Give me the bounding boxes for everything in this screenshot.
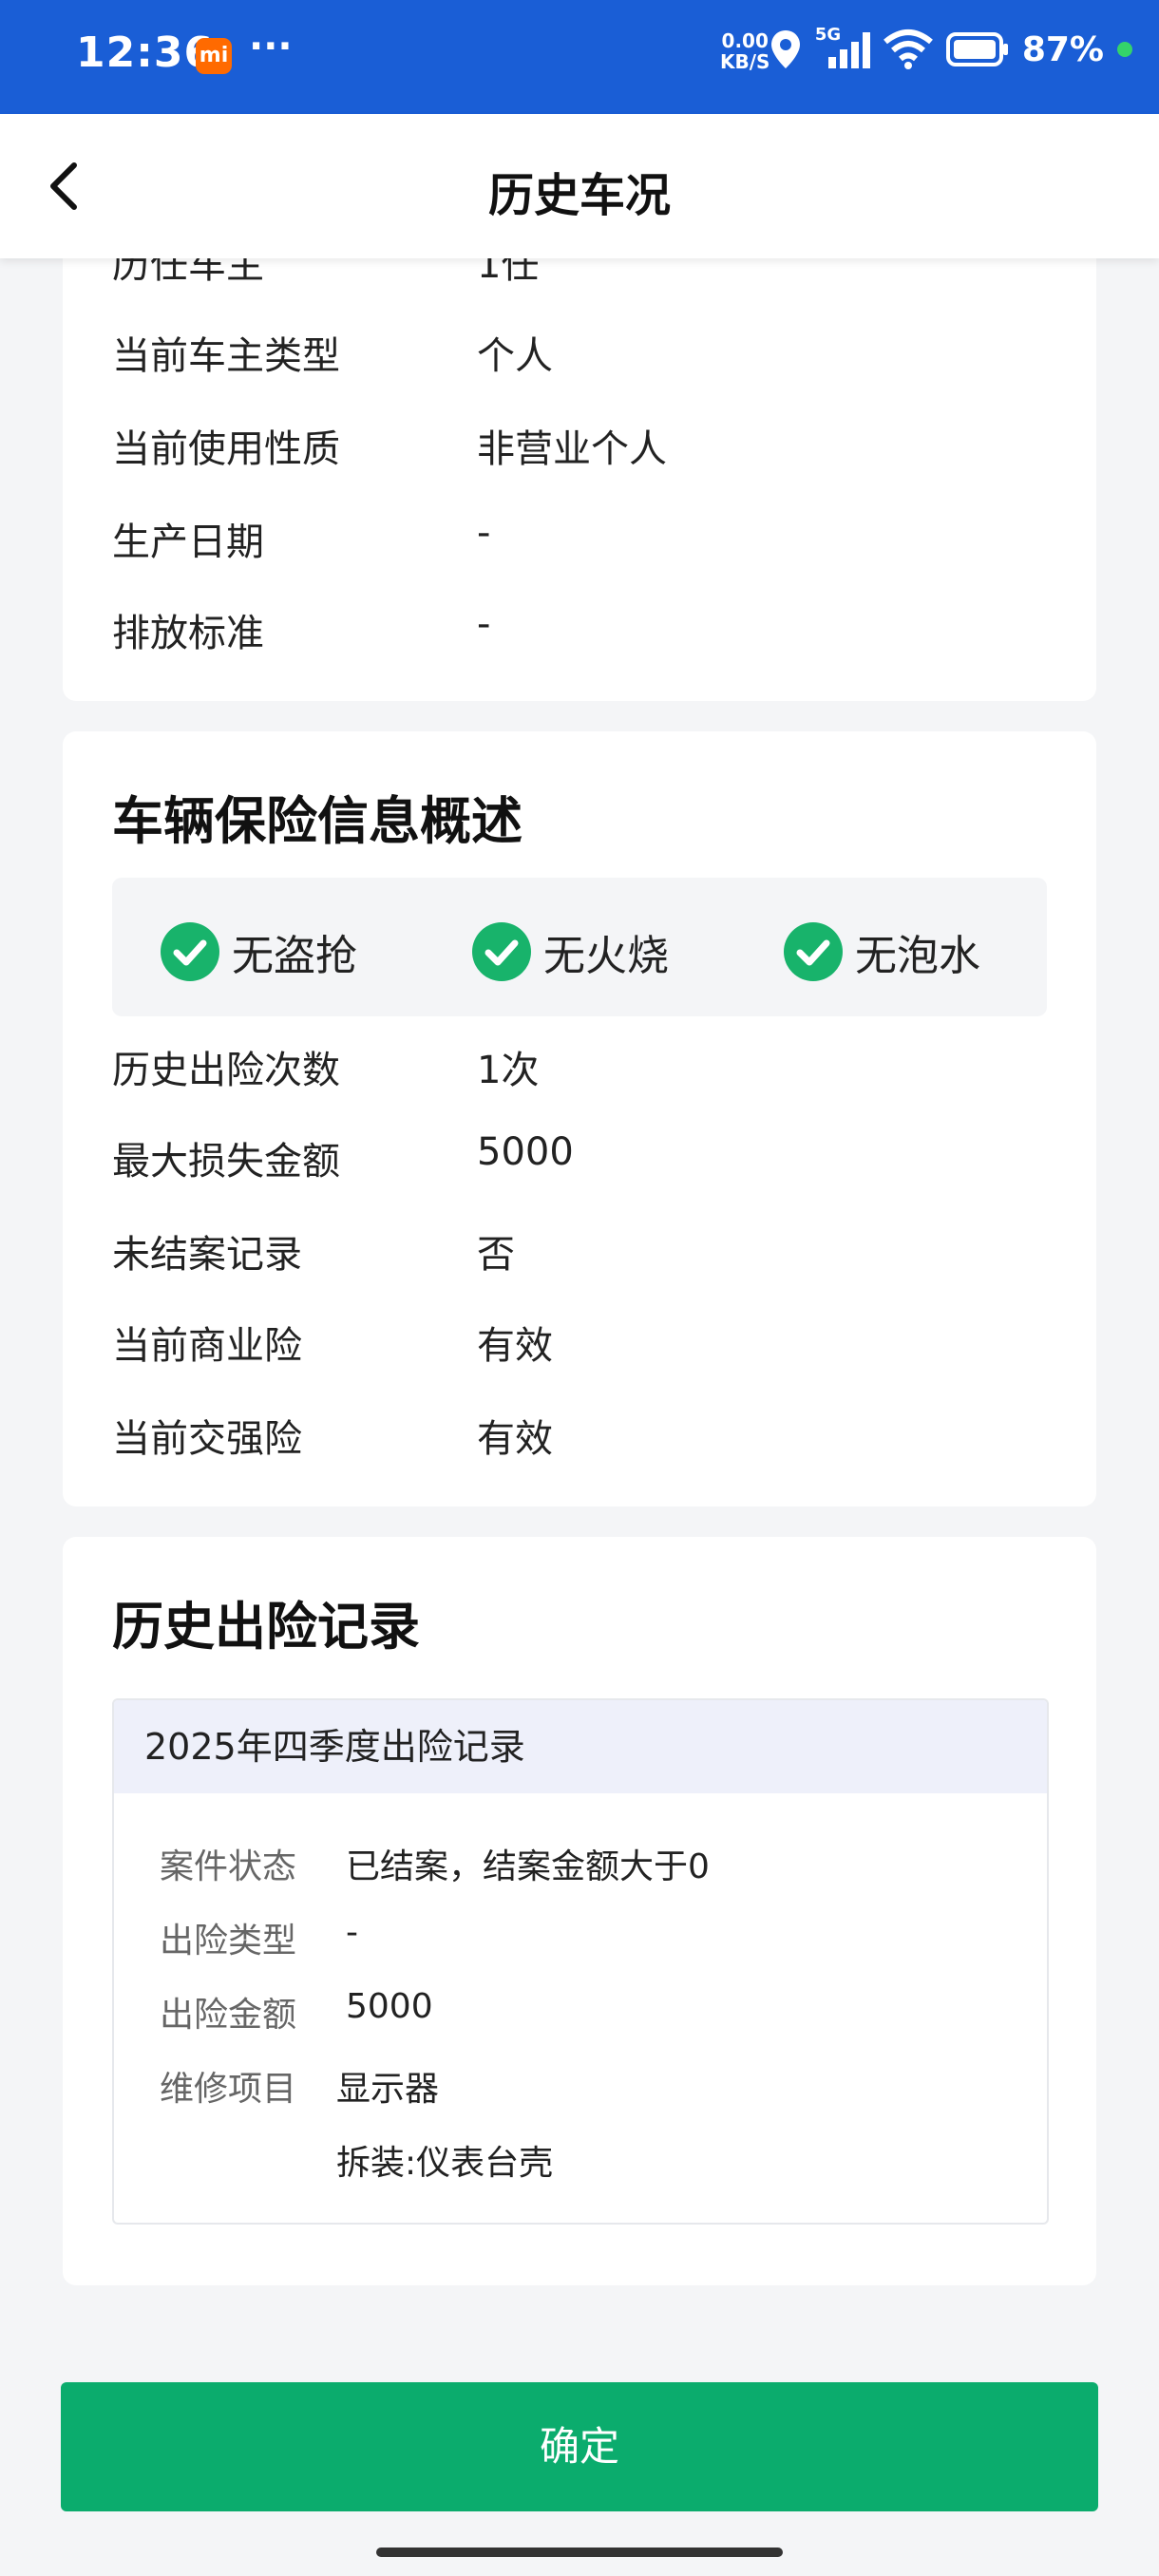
claim-record: 2025年四季度出险记录 案件状态 已结案，结案金额大于0 出险类型 - 出险金… (112, 1698, 1049, 2225)
info-label: 未结案记录 (112, 1233, 302, 1277)
record-value: 拆装:仪表台壳 (336, 2144, 554, 2183)
info-label: 历史出险次数 (112, 1049, 340, 1092)
info-label: 生产日期 (112, 521, 264, 564)
card-title: 车辆保险信息概述 (112, 791, 522, 851)
info-value: 5000 (477, 1130, 574, 1174)
battery-percent: 87% (1021, 29, 1104, 69)
status-bar: 12:36 mi ··· 0.00 KB/S 5G 87% (0, 0, 1159, 114)
status-icons: 5G 87% (770, 25, 1132, 70)
app-header: 历史车况 (0, 114, 1159, 258)
record-value: - (346, 1913, 358, 1952)
info-label: 当前使用性质 (112, 427, 340, 471)
claim-record-header: 2025年四季度出险记录 (114, 1700, 1047, 1793)
info-label: 当前车主类型 (112, 334, 340, 378)
info-label: 当前商业险 (112, 1324, 302, 1368)
badge-no-theft: 无盗抢 (160, 921, 357, 982)
info-value: 非营业个人 (477, 427, 667, 471)
info-label: 当前交强险 (112, 1417, 302, 1461)
page-title: 历史车况 (487, 169, 671, 222)
record-label: 案件状态 (160, 1847, 297, 1886)
info-value: - (477, 511, 491, 555)
owner-info-card: 历任车主 1任 当前车主类型 个人 当前使用性质 非营业个人 生产日期 - 排放… (63, 218, 1096, 701)
home-indicator[interactable] (376, 2548, 783, 2557)
record-label: 出险金额 (160, 1996, 297, 2035)
record-value: 5000 (346, 1987, 433, 2026)
confirm-button[interactable]: 确定 (61, 2382, 1098, 2511)
record-value: 显示器 (336, 2070, 440, 2109)
check-circle-icon (161, 922, 219, 981)
info-value: 否 (477, 1233, 515, 1277)
location-icon (770, 30, 800, 68)
card-title: 历史出险记录 (112, 1597, 420, 1657)
info-value: 个人 (477, 334, 553, 378)
privacy-indicator (1117, 42, 1132, 57)
wifi-icon (883, 29, 933, 69)
info-label: 最大损失金额 (112, 1140, 340, 1184)
info-label: 排放标准 (112, 612, 264, 655)
network-speed-unit: KB/S (720, 50, 770, 73)
record-value: 已结案，结案金额大于0 (346, 1847, 710, 1886)
check-circle-icon (472, 922, 531, 981)
badge-no-fire: 无火烧 (471, 921, 669, 982)
info-value: - (477, 602, 491, 646)
record-label: 出险类型 (160, 1922, 297, 1960)
record-label: 维修项目 (160, 2070, 297, 2109)
mi-app-icon: mi (196, 38, 232, 74)
info-value: 有效 (477, 1324, 553, 1368)
claim-history-card: 历史出险记录 2025年四季度出险记录 案件状态 已结案，结案金额大于0 出险类… (63, 1537, 1096, 2285)
info-value: 1次 (477, 1049, 540, 1092)
signal-icon: 5G (815, 25, 870, 70)
network-speed: 0.00 KB/S (720, 30, 770, 72)
insurance-overview-card: 车辆保险信息概述 无盗抢 无火烧 无泡水 历史出险次数 1次 最大损失金额 50… (63, 731, 1096, 1506)
check-circle-icon (784, 922, 843, 981)
badge-label: 无盗抢 (232, 932, 357, 980)
info-value: 有效 (477, 1417, 553, 1461)
battery-icon (945, 32, 1008, 66)
more-notifications-icon: ··· (249, 25, 293, 68)
badge-label: 无泡水 (855, 932, 980, 980)
badge-label: 无火烧 (543, 932, 669, 980)
network-speed-value: 0.00 (721, 29, 769, 52)
badge-no-flood: 无泡水 (783, 921, 980, 982)
badge-strip: 无盗抢 无火烧 无泡水 (112, 878, 1047, 1016)
status-time: 12:36 (76, 28, 215, 77)
